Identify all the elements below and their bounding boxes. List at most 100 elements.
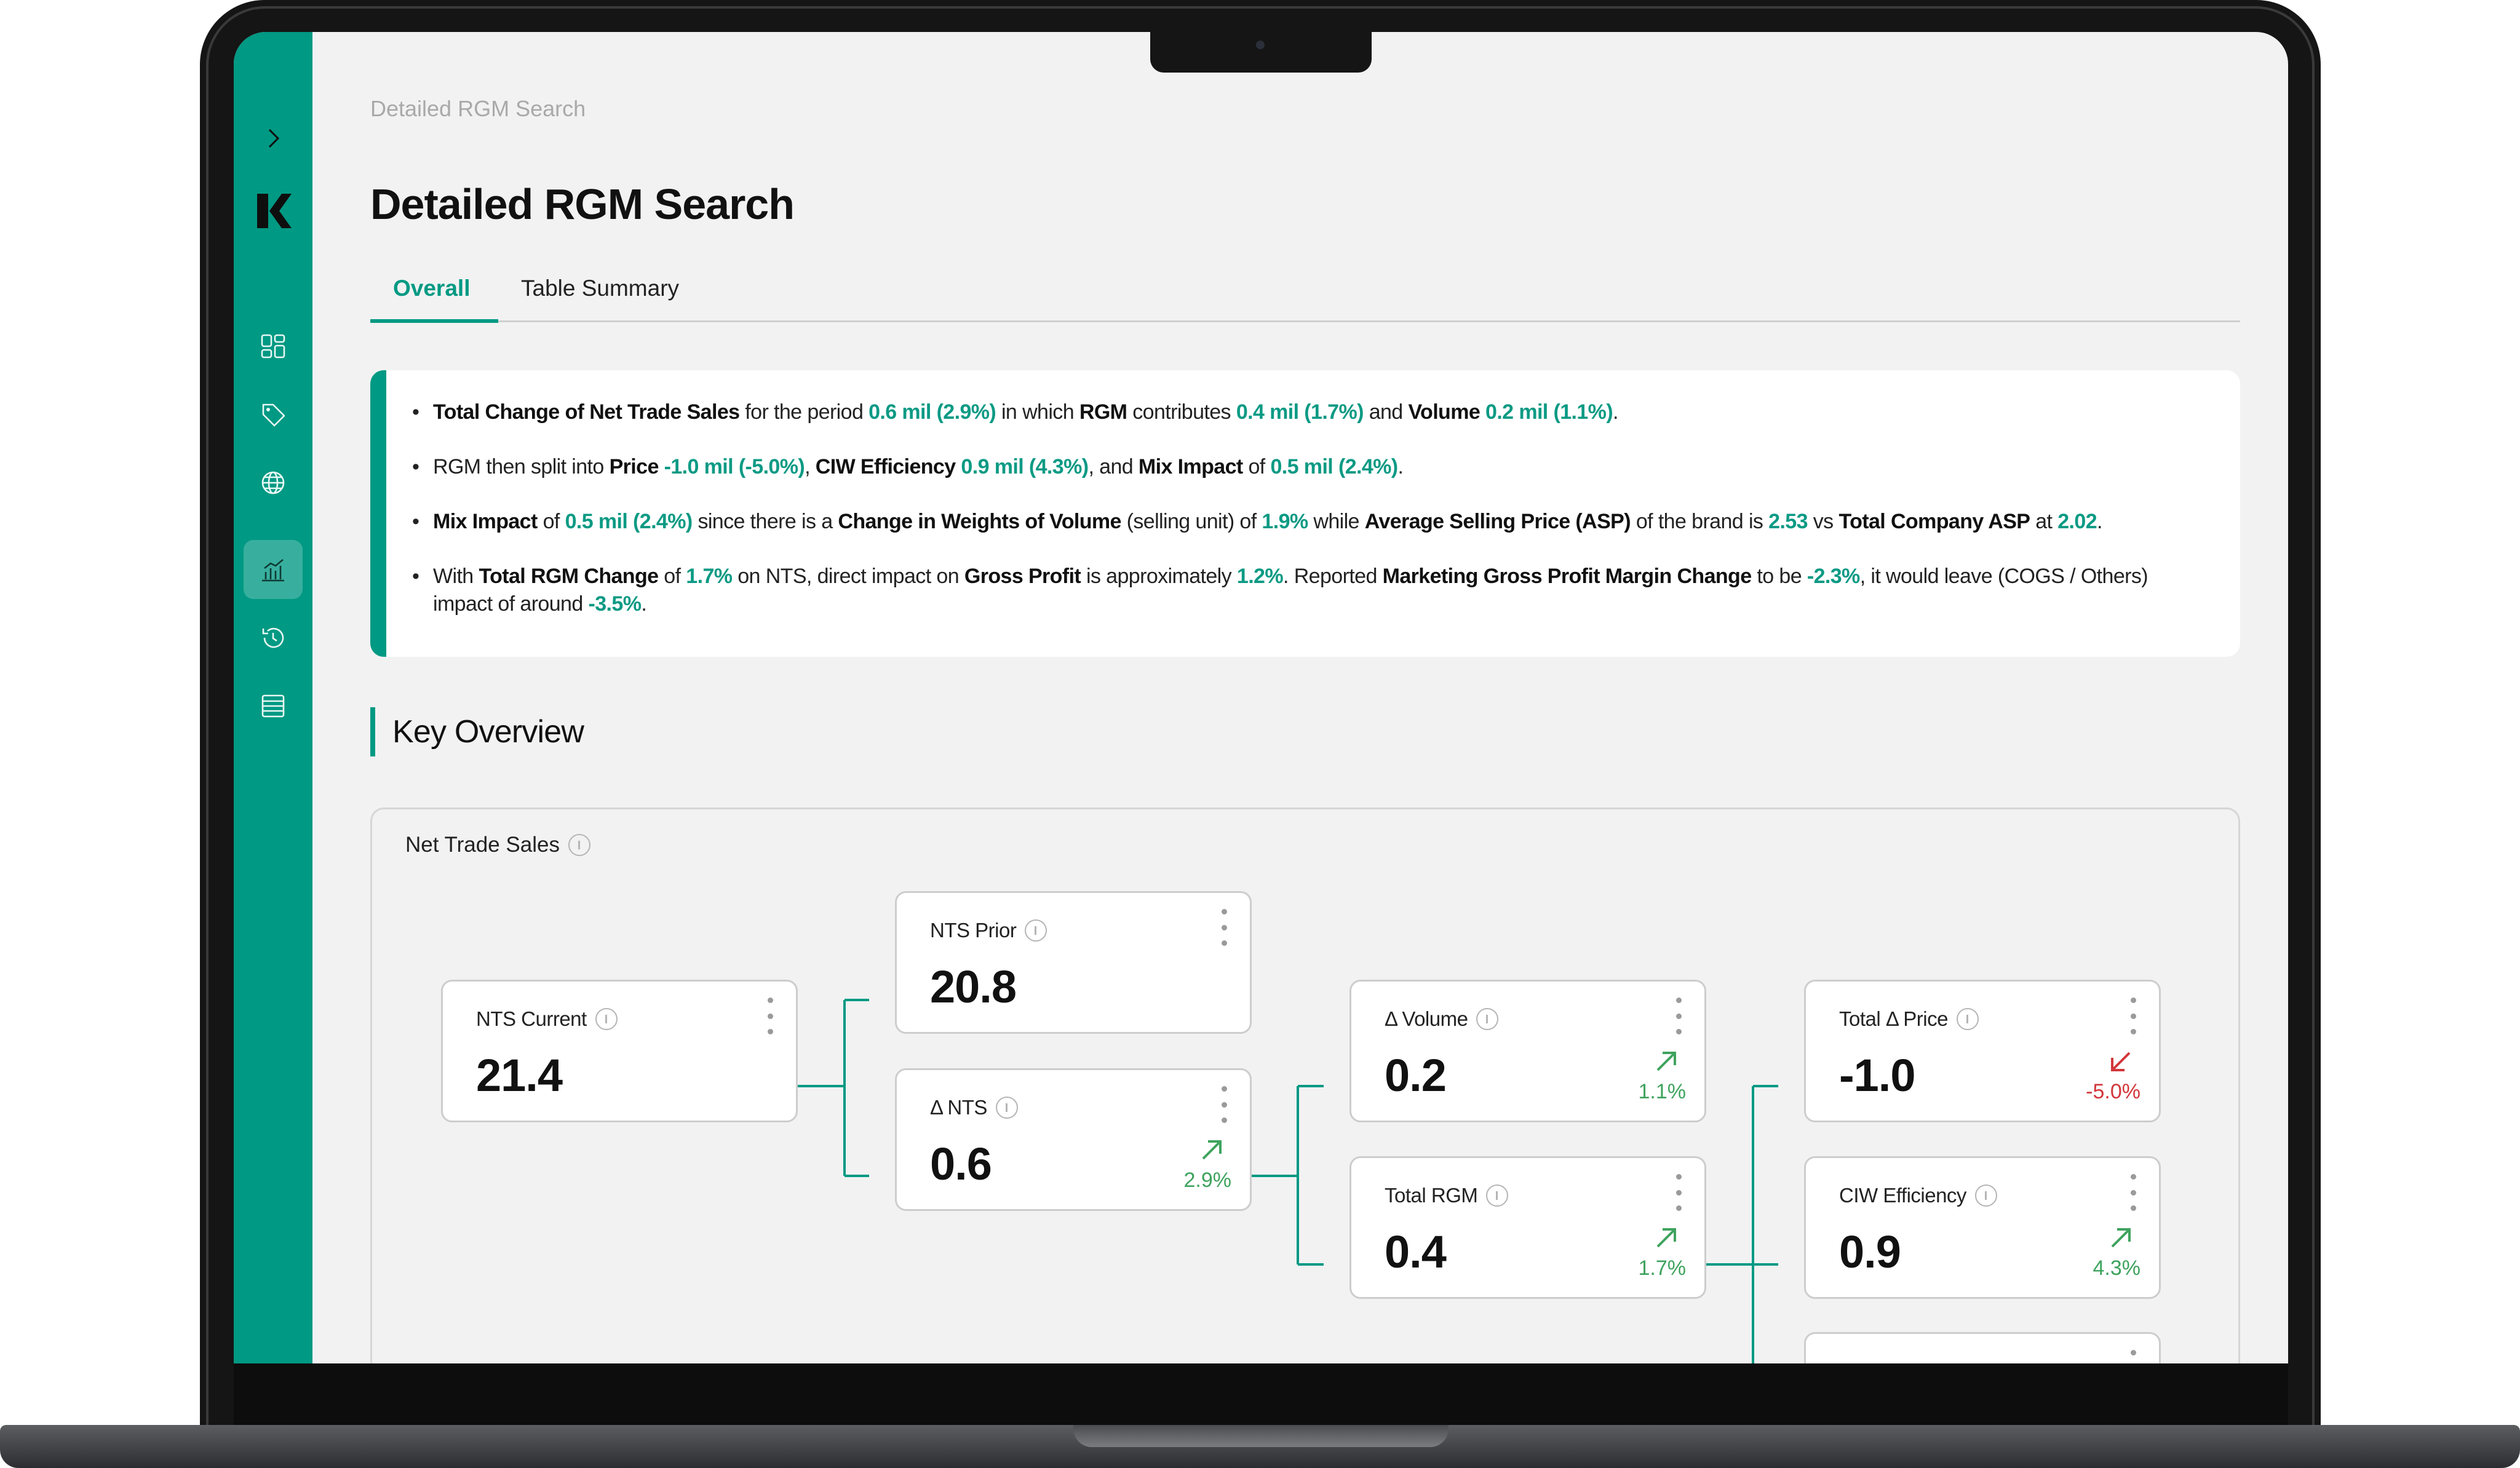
sidebar-item-dashboard[interactable] bbox=[244, 317, 303, 376]
summary-value: -3.5% bbox=[588, 592, 642, 616]
chevron-right-icon bbox=[268, 129, 280, 148]
sidebar-item-table[interactable] bbox=[244, 676, 303, 736]
trend-up-icon bbox=[1656, 1052, 1676, 1071]
breadcrumb[interactable]: Detailed RGM Search bbox=[370, 96, 586, 122]
summary-value: 0.2 mil (1.1%) bbox=[1485, 400, 1613, 424]
more-vertical-icon[interactable] bbox=[2127, 1174, 2139, 1211]
summary-text: for the period bbox=[739, 400, 869, 424]
summary-term: Change in Weights of Volume bbox=[838, 510, 1121, 533]
net-trade-sales-tree-panel: Net Trade Sales NTS Current 21.4 NTS Pri… bbox=[370, 807, 2240, 1363]
info-icon[interactable] bbox=[595, 1008, 618, 1030]
trend-up-icon bbox=[1656, 1228, 1676, 1248]
info-icon[interactable] bbox=[1974, 1184, 1997, 1207]
node-title: Total Δ Price bbox=[1839, 1007, 1948, 1030]
sidebar-item-global[interactable] bbox=[244, 453, 303, 512]
change-percent: 2.9% bbox=[1183, 1168, 1232, 1192]
info-icon[interactable] bbox=[1486, 1184, 1509, 1207]
sidebar-toggle-button[interactable] bbox=[244, 109, 303, 168]
summary-list: Total Change of Net Trade Sales for the … bbox=[412, 399, 2204, 645]
chart-icon bbox=[262, 559, 284, 582]
tab-table-summary[interactable]: Table Summary bbox=[521, 276, 679, 301]
section-header-key-overview: Key Overview bbox=[370, 707, 584, 756]
summary-bullet-gross-profit: With Total RGM Change of 1.7% on NTS, di… bbox=[412, 563, 2204, 618]
summary-text: (selling unit) of bbox=[1121, 510, 1262, 533]
summary-text bbox=[1480, 400, 1485, 424]
summary-bullet-nts: Total Change of Net Trade Sales for the … bbox=[412, 399, 2204, 426]
node-nts-current[interactable]: NTS Current 21.4 bbox=[441, 980, 798, 1122]
laptop-bezel-bottom bbox=[234, 1363, 2288, 1425]
sidebar-item-history[interactable] bbox=[244, 608, 303, 667]
node-change: -5.0% bbox=[2067, 1048, 2140, 1103]
info-icon[interactable] bbox=[1476, 1008, 1499, 1030]
summary-term: Total Company ASP bbox=[1838, 510, 2030, 533]
summary-term: Total RGM Change bbox=[479, 565, 659, 588]
tab-bar: Overall Table Summary bbox=[370, 262, 2240, 323]
node-label: NTS Current bbox=[476, 1007, 618, 1031]
summary-term: Price bbox=[609, 455, 659, 478]
summary-value: 0.4 mil (1.7%) bbox=[1236, 400, 1364, 424]
more-vertical-icon[interactable] bbox=[1672, 998, 1685, 1034]
info-icon[interactable] bbox=[1025, 919, 1047, 942]
node-title: NTS Current bbox=[476, 1007, 587, 1030]
more-vertical-icon[interactable] bbox=[2127, 1350, 2139, 1363]
trend-down-icon bbox=[2111, 1052, 2131, 1071]
active-tab-indicator bbox=[370, 319, 498, 323]
summary-text: RGM then split into bbox=[433, 455, 610, 478]
screen: Detailed RGM Search Detailed RGM Search … bbox=[234, 32, 2288, 1363]
summary-text: of bbox=[658, 565, 686, 588]
node-change: 1.1% bbox=[1612, 1048, 1686, 1103]
summary-value: 2.02 bbox=[2057, 510, 2097, 533]
sidebar-item-pricing[interactable] bbox=[244, 385, 303, 444]
node-change: 1.7% bbox=[1612, 1224, 1686, 1280]
node-label: Total Δ Price bbox=[1839, 1007, 1979, 1031]
summary-text: . bbox=[1613, 400, 1618, 424]
change-percent: 1.1% bbox=[1638, 1080, 1687, 1103]
summary-text: With bbox=[433, 565, 479, 588]
more-vertical-icon[interactable] bbox=[764, 998, 776, 1034]
more-vertical-icon[interactable] bbox=[1218, 1086, 1230, 1123]
summary-term: Volume bbox=[1408, 400, 1481, 424]
connector-line bbox=[1753, 1085, 1778, 1266]
more-vertical-icon[interactable] bbox=[2127, 998, 2139, 1034]
page-title: Detailed RGM Search bbox=[370, 180, 795, 228]
summary-text: on NTS, direct impact on bbox=[732, 565, 964, 588]
summary-text: of bbox=[537, 510, 565, 533]
node-value: 20.8 bbox=[930, 961, 1017, 1012]
node-mix-impact[interactable] bbox=[1804, 1332, 2161, 1363]
more-vertical-icon[interactable] bbox=[1672, 1174, 1685, 1211]
node-value: -1.0 bbox=[1839, 1050, 1916, 1101]
summary-value: -1.0 mil (-5.0%) bbox=[664, 455, 805, 478]
node-total-delta-price[interactable]: Total Δ Price -1.0 -5.0% bbox=[1804, 980, 2161, 1122]
info-icon[interactable] bbox=[995, 1097, 1018, 1119]
section-title: Key Overview bbox=[392, 714, 584, 750]
sidebar bbox=[234, 32, 312, 1363]
node-ciw-efficiency[interactable]: CIW Efficiency 0.9 4.3% bbox=[1804, 1156, 2161, 1299]
summary-term: Mix Impact bbox=[1138, 455, 1243, 478]
summary-text: . bbox=[1397, 455, 1404, 478]
node-delta-volume[interactable]: Δ Volume 0.2 1.1% bbox=[1349, 980, 1706, 1122]
dashboard-icon bbox=[261, 334, 285, 359]
node-nts-prior[interactable]: NTS Prior 20.8 bbox=[895, 891, 1252, 1034]
globe-icon bbox=[261, 471, 285, 494]
summary-bullet-rgm-split: RGM then split into Price -1.0 mil (-5.0… bbox=[412, 453, 2204, 481]
node-total-rgm[interactable]: Total RGM 0.4 1.7% bbox=[1349, 1156, 1706, 1299]
node-value: 21.4 bbox=[476, 1050, 563, 1101]
summary-term: Average Selling Price (ASP) bbox=[1364, 510, 1631, 533]
tab-overall[interactable]: Overall bbox=[393, 276, 470, 301]
summary-value: 1.9% bbox=[1262, 510, 1308, 533]
table-icon bbox=[261, 694, 285, 718]
summary-text: , and bbox=[1088, 455, 1139, 478]
more-vertical-icon[interactable] bbox=[1218, 909, 1230, 946]
node-title: CIW Efficiency bbox=[1839, 1184, 1966, 1207]
node-delta-nts[interactable]: Δ NTS 0.6 2.9% bbox=[895, 1068, 1252, 1211]
node-change: 2.9% bbox=[1158, 1137, 1231, 1192]
sidebar-item-analytics[interactable] bbox=[244, 540, 303, 599]
camera-icon bbox=[1256, 41, 1265, 49]
summary-term: Total Change of Net Trade Sales bbox=[433, 400, 740, 424]
tag-icon bbox=[262, 403, 285, 427]
summary-value: 0.6 mil (2.9%) bbox=[868, 400, 996, 424]
summary-text: of the brand is bbox=[1630, 510, 1769, 533]
node-value: 0.2 bbox=[1385, 1050, 1447, 1101]
summary-value: -2.3% bbox=[1807, 565, 1860, 588]
info-icon[interactable] bbox=[1956, 1008, 1979, 1030]
